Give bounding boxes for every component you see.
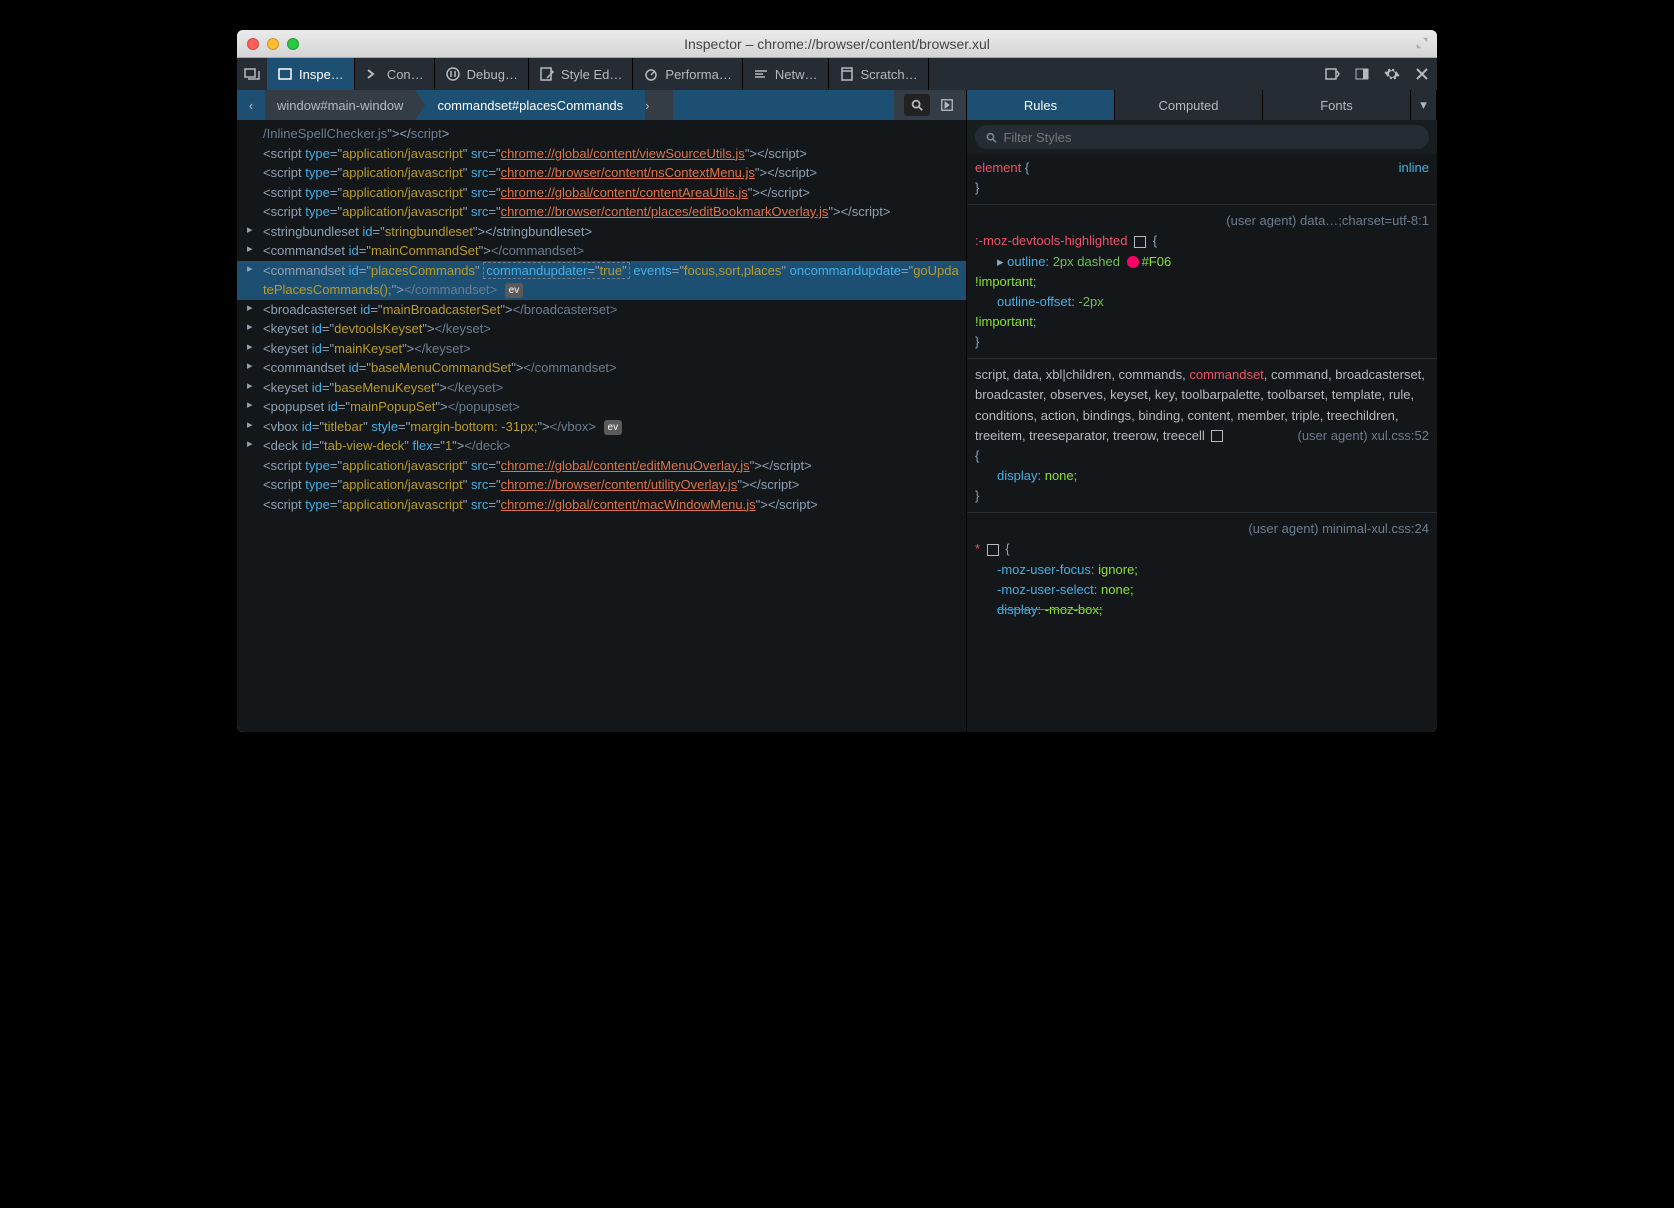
markup-node[interactable]: <commandset id="mainCommandSet"></comman… — [237, 241, 966, 261]
tab-console[interactable]: Con… — [355, 58, 435, 90]
side-tab-more-icon[interactable]: ▾ — [1411, 90, 1437, 120]
markup-node[interactable]: <popupset id="mainPopupSet"></popupset> — [237, 397, 966, 417]
settings-gear-icon[interactable] — [1377, 58, 1407, 90]
filter-styles-input[interactable] — [1003, 130, 1419, 145]
iframe-picker-icon[interactable] — [237, 58, 267, 90]
network-icon — [753, 66, 769, 82]
close-window-button[interactable] — [247, 38, 259, 50]
rule-selector: element — [975, 160, 1021, 175]
inline-badge: inline — [1399, 158, 1429, 178]
markup-node-selected[interactable]: <commandset id="placesCommands" commandu… — [237, 261, 966, 300]
highlight-toggle-icon[interactable] — [987, 544, 999, 556]
tab-label: Netw… — [775, 67, 818, 82]
src-link[interactable]: chrome://global/content/viewSourceUtils.… — [501, 146, 745, 161]
src-link[interactable]: chrome://global/content/editMenuOverlay.… — [501, 458, 750, 473]
tab-label: Inspe… — [299, 67, 344, 82]
rules-panel: Rules Computed Fonts ▾ element {inline }… — [967, 90, 1437, 732]
tab-label: Con… — [387, 67, 424, 82]
rules-list[interactable]: element {inline } (user agent) data…;cha… — [967, 154, 1437, 732]
toolbox-options-button[interactable] — [1317, 58, 1347, 90]
markup-node[interactable]: <broadcasterset id="mainBroadcasterSet">… — [237, 300, 966, 320]
breadcrumb-forward-icon[interactable]: › — [645, 90, 673, 120]
tab-network[interactable]: Netw… — [743, 58, 829, 90]
rule-source[interactable]: (user agent) minimal-xul.css:24 — [975, 519, 1429, 539]
tab-style-editor[interactable]: Style Ed… — [529, 58, 633, 90]
markup-node[interactable]: <stringbundleset id="stringbundleset"></… — [237, 222, 966, 242]
highlight-toggle-icon[interactable] — [1134, 236, 1146, 248]
toggle-sidebar-icon[interactable] — [934, 94, 960, 116]
event-badge[interactable]: ev — [604, 420, 623, 435]
rule-selector: :-moz-devtools-highlighted — [975, 233, 1127, 248]
side-tab-fonts[interactable]: Fonts — [1263, 90, 1411, 120]
fullscreen-icon[interactable] — [1415, 36, 1429, 50]
src-link[interactable]: chrome://browser/content/nsContextMenu.j… — [501, 165, 755, 180]
dock-side-button[interactable] — [1347, 58, 1377, 90]
markup-node[interactable]: <deck id="tab-view-deck" flex="1"></deck… — [237, 436, 966, 456]
window-titlebar[interactable]: Inspector – chrome://browser/content/bro… — [237, 30, 1437, 58]
devtools-tab-bar: Inspe… Con… Debug… Style Ed… Performa… N… — [237, 58, 1437, 90]
src-link[interactable]: chrome://global/content/macWindowMenu.js — [501, 497, 756, 512]
rule-source[interactable]: (user agent) xul.css:52 — [1297, 426, 1429, 446]
inspector-panel: ‹ window#main-window commandset#placesCo… — [237, 90, 967, 732]
tab-label: Debug… — [467, 67, 518, 82]
tab-debugger[interactable]: Debug… — [435, 58, 529, 90]
debugger-icon — [445, 66, 461, 82]
rule-selector: * — [975, 541, 980, 556]
tab-label: Performa… — [665, 67, 731, 82]
color-swatch[interactable] — [1127, 256, 1139, 268]
tab-inspector[interactable]: Inspe… — [267, 58, 355, 90]
rule-source[interactable]: (user agent) data…;charset=utf-8:1 — [975, 211, 1429, 231]
filter-styles-wrap — [967, 120, 1437, 154]
search-icon — [985, 131, 997, 144]
devtools-window: Inspector – chrome://browser/content/bro… — [237, 30, 1437, 732]
tab-scratchpad[interactable]: Scratch… — [829, 58, 929, 90]
markup-node[interactable]: <keyset id="devtoolsKeyset"></keyset> — [237, 319, 966, 339]
src-link[interactable]: chrome://global/content/contentAreaUtils… — [501, 185, 748, 200]
tab-label: Scratch… — [861, 67, 918, 82]
close-devtools-icon[interactable] — [1407, 58, 1437, 90]
search-markup-icon[interactable] — [904, 94, 930, 116]
console-icon — [365, 66, 381, 82]
scratchpad-icon — [839, 66, 855, 82]
src-link[interactable]: chrome://browser/content/utilityOverlay.… — [501, 477, 738, 492]
breadcrumb-item[interactable]: window#main-window — [265, 90, 415, 120]
zoom-window-button[interactable] — [287, 38, 299, 50]
window-title: Inspector – chrome://browser/content/bro… — [237, 36, 1437, 52]
side-tab-rules[interactable]: Rules — [967, 90, 1115, 120]
markup-node[interactable]: <vbox id="titlebar" style="margin-bottom… — [237, 417, 966, 437]
tab-label: Style Ed… — [561, 67, 622, 82]
highlight-toggle-icon[interactable] — [1211, 430, 1223, 442]
style-icon — [539, 66, 555, 82]
markup-node[interactable]: <keyset id="mainKeyset"></keyset> — [237, 339, 966, 359]
markup-view[interactable]: /InlineSpellChecker.js"></script> <scrip… — [237, 120, 966, 732]
breadcrumb-item-selected[interactable]: commandset#placesCommands — [425, 90, 635, 120]
event-badge[interactable]: ev — [505, 283, 524, 298]
side-tab-computed[interactable]: Computed — [1115, 90, 1263, 120]
inspector-icon — [277, 66, 293, 82]
src-link[interactable]: chrome://browser/content/places/editBook… — [501, 204, 829, 219]
minimize-window-button[interactable] — [267, 38, 279, 50]
breadcrumb-bar: ‹ window#main-window commandset#placesCo… — [237, 90, 966, 120]
markup-node[interactable]: <commandset id="baseMenuCommandSet"></co… — [237, 358, 966, 378]
breadcrumb-back-icon[interactable]: ‹ — [237, 98, 265, 113]
perf-icon — [643, 66, 659, 82]
markup-node[interactable]: <keyset id="baseMenuKeyset"></keyset> — [237, 378, 966, 398]
traffic-lights — [247, 38, 299, 50]
tab-performance[interactable]: Performa… — [633, 58, 742, 90]
side-tabs: Rules Computed Fonts ▾ — [967, 90, 1437, 120]
